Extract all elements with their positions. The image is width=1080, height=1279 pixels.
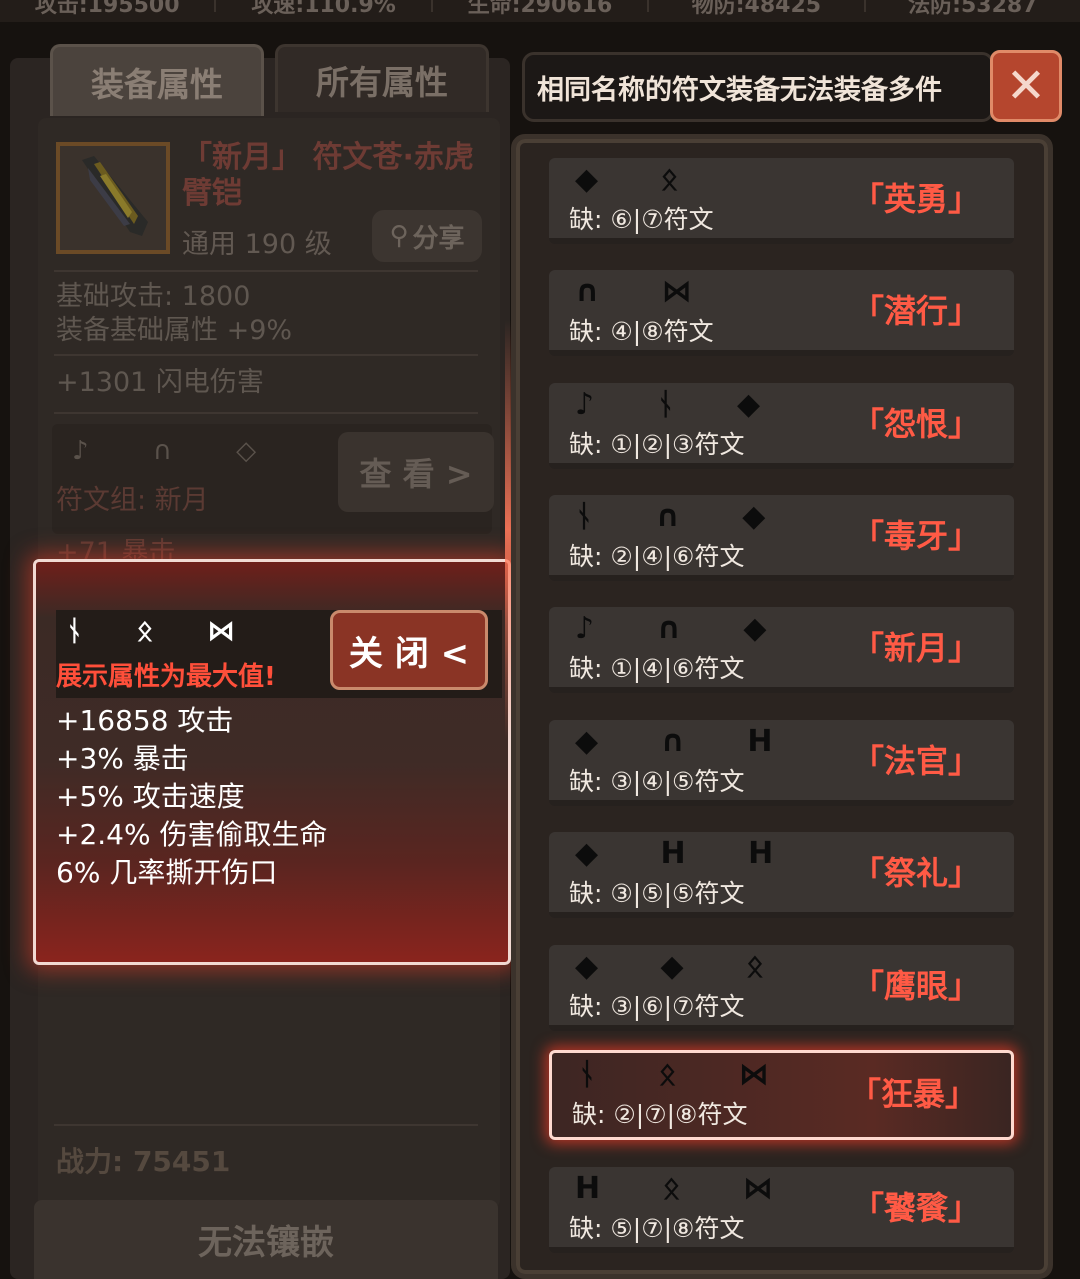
base-attack: 基础攻击: 1800 [56,281,251,312]
rune-row-duya[interactable]: ᚾ ∩ ◆ 缺: ②|④|⑥符文 「毒牙」 [549,495,1014,581]
rune-list-title: 相同名称的符文装备无法装备多件 [522,52,994,122]
divider [54,270,478,272]
rune-missing: 缺: ③|⑥|⑦符文 [569,992,745,1021]
view-button[interactable]: 查 看 > [338,432,494,512]
tab-equip-attributes[interactable]: 装备属性 [50,44,264,116]
rune-missing: 缺: ①|④|⑥符文 [569,654,745,683]
rune-name: 「怨恨」 [851,405,980,443]
armguard-icon [82,156,148,236]
rune-glyphs: ◆ ᛟ [575,162,705,197]
popup-stat: +2.4% 伤害偷取生命 [56,818,328,851]
rune-row-jili[interactable]: ◆ H H 缺: ③|⑤|⑤符文 「祭礼」 [549,832,1014,918]
rune-missing: 缺: ④|⑧符文 [569,317,714,346]
rune-missing: 缺: ①|②|③符文 [569,430,745,459]
rune-name: 「毒牙」 [851,517,980,555]
rune-name: 「新月」 [851,629,980,667]
popup-stat: +16858 攻击 [56,704,234,737]
divider [54,354,478,356]
rune-name: 「鹰眼」 [851,967,980,1005]
rune-row-yuanhen[interactable]: ♪ ᚾ ◆ 缺: ①|②|③符文 「怨恨」 [549,383,1014,469]
rune-glyphs: ᚾ ᛟ ⋈ [578,1057,795,1092]
item-thumbnail [56,142,170,254]
divider [54,1124,478,1126]
close-x-button[interactable]: ✕ [990,50,1062,122]
rune-glyphs: ◆ H H [575,836,800,871]
stat-health: 生命:290616 [433,0,650,17]
item-name: 「新月」 符文苍·赤虎臂铠 [182,140,474,211]
share-icon: ⚲ [389,221,409,251]
top-stats-bar: 攻击:195500 攻速:110.9% 生命:290616 物防:48425 法… [0,0,1080,22]
rune-glyphs: ♪ ᚾ ◆ [575,387,787,422]
rune-missing: 缺: ②|④|⑥符文 [569,542,745,571]
rune-row-yingyong[interactable]: ◆ ᛟ 缺: ⑥|⑦符文 「英勇」 [549,158,1014,244]
rune-name: 「狂暴」 [848,1075,977,1113]
rune-name: 「法官」 [851,742,980,780]
rune-row-qianxing[interactable]: ∩ ⋈ 缺: ④|⑧符文 「潜行」 [549,270,1014,356]
stat-magic-defense: 法防:53287 [908,0,1038,18]
rune-glyphs: ♪ ∩ ◆ [575,611,793,646]
rune-name: 「饕餮」 [851,1189,980,1227]
rune-name: 「祭礼」 [851,854,980,892]
rune-glyphs: ◆ ◆ ᛟ [575,949,791,984]
rune-glyphs: H ᛟ ⋈ [575,1171,799,1206]
rune-row-yingyan[interactable]: ◆ ◆ ᛟ 缺: ③|⑥|⑦符文 「鹰眼」 [549,945,1014,1031]
rune-glyphs: ᚾ ∩ ◆ [575,499,792,534]
rune-missing: 缺: ③|⑤|⑤符文 [569,879,745,908]
close-x-icon: ✕ [1005,58,1047,114]
share-label: 分享 [412,223,465,254]
rune-glyphs: ∩ ⋈ [575,274,718,309]
popup-stat: +5% 攻击速度 [56,780,245,813]
lightning-damage: +1301 闪电伤害 [56,367,264,398]
combat-power: 战力: 75451 [56,1145,231,1178]
popup-warning: 展示属性为最大值! [56,662,276,692]
rune-missing: 缺: ⑥|⑦符文 [569,205,714,234]
runeset-label: 符文组: 新月 [56,485,209,516]
base-bonus: 装备基础属性 +9% [56,315,293,346]
rune-row-faguan[interactable]: ◆ ∩ H 缺: ③|④|⑤符文 「法官」 [549,720,1014,806]
rune-missing: 缺: ③|④|⑤符文 [569,767,745,796]
rune-row-taotie[interactable]: H ᛟ ⋈ 缺: ⑤|⑦|⑧符文 「饕餮」 [549,1167,1014,1253]
rune-glyphs: ◆ ∩ H [575,724,799,759]
popup-stats-list: +16858 攻击 +3% 暴击 +5% 攻击速度 +2.4% 伤害偷取生命 6… [56,702,328,892]
rune-row-xinyue[interactable]: ♪ ∩ ◆ 缺: ①|④|⑥符文 「新月」 [549,607,1014,693]
popup-stat: 6% 几率撕开伤口 [56,856,278,889]
popup-stat: +3% 暴击 [56,742,189,775]
share-button[interactable]: ⚲ 分享 [372,210,482,262]
tab-all-attributes[interactable]: 所有属性 [275,44,489,112]
rune-missing: 缺: ②|⑦|⑧符文 [572,1100,748,1129]
popup-close-button[interactable]: 关 闭 < [330,610,488,690]
rune-name: 「英勇」 [851,180,980,218]
rune-name: 「潜行」 [851,292,980,330]
runeset-icons: ♪ ∩ ◇ [72,436,285,466]
rune-missing: 缺: ⑤|⑦|⑧符文 [569,1214,745,1243]
stat-attack: 攻击:195500 [0,0,217,17]
popup-rune-icons: ᚾ ᛟ ⋈ [66,614,258,647]
stat-attack-speed: 攻速:110.9% [216,0,433,17]
cannot-inlay-button[interactable]: 无法镶嵌 [34,1200,498,1279]
rune-row-kuangbao[interactable]: ᚾ ᛟ ⋈ 缺: ②|⑦|⑧符文 「狂暴」 [549,1050,1014,1140]
item-level: 通用 190 级 [182,229,332,260]
stat-physical-defense: 物防:48425 [649,0,866,17]
divider [54,412,478,414]
